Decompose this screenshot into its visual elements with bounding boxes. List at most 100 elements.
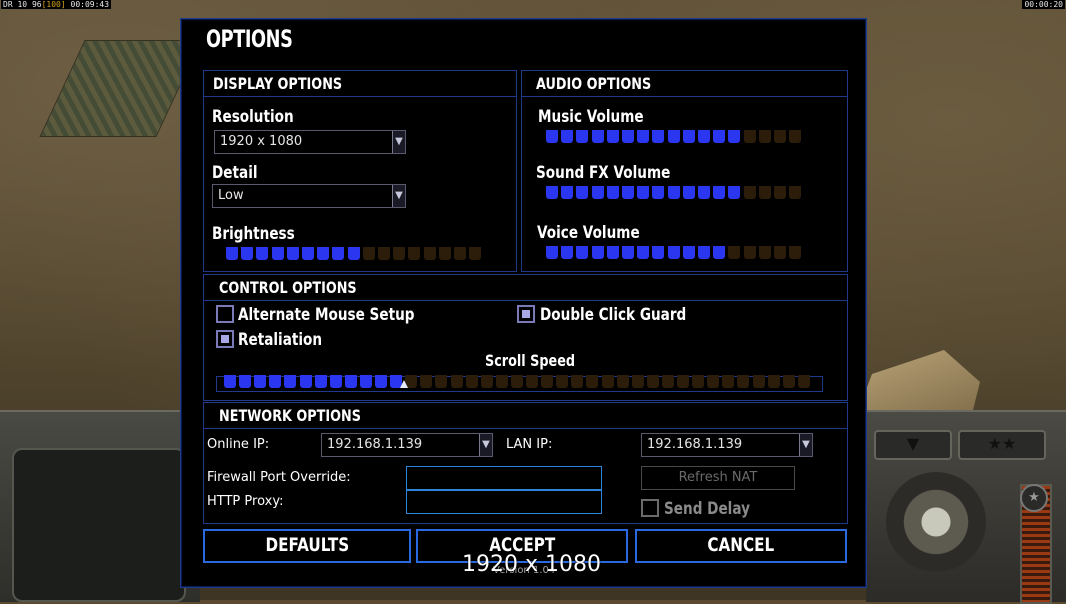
slider-segment-filled (682, 246, 695, 259)
slider-segment-empty (774, 186, 786, 199)
double-click-guard-label: Double Click Guard (540, 305, 687, 325)
audio-options-title: AUDIO OPTIONS (536, 74, 652, 93)
refresh-nat-button[interactable]: Refresh NAT (641, 466, 795, 490)
slider-segment-empty (782, 375, 795, 388)
slider-segment-filled (271, 247, 284, 260)
sfx-volume-slider[interactable] (546, 186, 816, 199)
double-click-guard-checkbox[interactable] (517, 305, 535, 323)
slider-segment-empty (758, 246, 771, 259)
slider-segment-empty (789, 130, 802, 143)
detail-value: Low (218, 188, 244, 203)
firewall-port-input[interactable] (406, 466, 602, 490)
slider-segment-filled (622, 186, 634, 199)
display-options-group: DISPLAY OPTIONS Resolution 1920 x 1080 ▼… (203, 70, 517, 272)
slider-segment-filled (576, 186, 589, 199)
retaliation-checkbox[interactable] (216, 330, 234, 348)
http-proxy-input[interactable] (406, 490, 602, 514)
stats-prefix: DR (3, 0, 13, 9)
slider-segment-filled (622, 246, 634, 259)
slider-segment-empty (541, 375, 554, 388)
slider-segment-filled (314, 375, 327, 388)
scroll-speed-label: Scroll Speed (485, 351, 576, 370)
send-delay-label: Send Delay (664, 499, 750, 519)
chevron-down-icon[interactable]: ▼ (479, 434, 492, 456)
slider-segment-filled (698, 246, 710, 259)
slider-segment-filled (329, 375, 342, 388)
slider-segment-filled (284, 375, 297, 388)
slider-segment-empty (450, 375, 463, 388)
cancel-button[interactable]: CANCEL (635, 529, 847, 563)
scroll-speed-slider[interactable] (224, 375, 824, 388)
slider-segment-filled (576, 130, 589, 143)
slider-segment-filled (713, 186, 726, 199)
slider-segment-filled (591, 246, 604, 259)
online-ip-value: 192.168.1.139 (327, 437, 423, 452)
control-options-group: CONTROL OPTIONS Alternate Mouse Setup Do… (203, 274, 848, 401)
chevron-down-icon[interactable]: ▼ (392, 185, 405, 207)
slider-segment-filled (713, 130, 726, 143)
slider-segment-filled (713, 246, 726, 259)
slider-segment-empty (767, 375, 780, 388)
slider-segment-empty (789, 246, 802, 259)
slider-segment-filled (606, 186, 619, 199)
slider-segment-empty (378, 247, 390, 260)
slider-segment-filled (652, 130, 665, 143)
chevron-down-icon[interactable]: ▼ (392, 131, 405, 153)
slider-segment-empty (646, 375, 659, 388)
lan-ip-label: LAN IP: (506, 437, 553, 452)
hud-rank-button[interactable]: ★★ (958, 430, 1046, 460)
slider-segment-empty (737, 375, 750, 388)
divider (204, 96, 516, 97)
resolution-dropdown[interactable]: 1920 x 1080 ▼ (214, 130, 406, 154)
network-options-group: NETWORK OPTIONS Online IP: 192.168.1.139… (203, 402, 848, 524)
resolution-overlay-text: 1920 x 1080 (462, 552, 601, 577)
slider-segment-empty (743, 186, 756, 199)
lan-ip-dropdown[interactable]: 192.168.1.139 ▼ (641, 433, 813, 457)
slider-segment-filled (302, 247, 314, 260)
hud-arrow-button[interactable]: ▼ (874, 430, 952, 460)
slider-segment-filled (256, 247, 269, 260)
slider-segment-filled (299, 375, 312, 388)
slider-segment-empty (677, 375, 689, 388)
slider-segment-empty (631, 375, 644, 388)
slider-segment-empty (789, 186, 802, 199)
chevron-down-icon[interactable]: ▼ (799, 434, 812, 456)
voice-volume-slider[interactable] (546, 246, 816, 259)
slider-segment-filled (576, 246, 589, 259)
slider-segment-empty (435, 375, 448, 388)
slider-segment-empty (758, 130, 771, 143)
slider-segment-filled (698, 186, 710, 199)
retaliation-label: Retaliation (238, 330, 323, 350)
hud-right-panel: ▼ ★★ ★ (866, 410, 1066, 604)
hud-left-panel (0, 410, 200, 602)
slider-segment-filled (606, 130, 619, 143)
slider-segment-filled (667, 130, 680, 143)
slider-segment-filled (652, 186, 665, 199)
slider-segment-empty (393, 247, 406, 260)
slider-segment-empty (728, 246, 741, 259)
slider-segment-empty (556, 375, 569, 388)
slider-segment-filled (591, 130, 604, 143)
detail-dropdown[interactable]: Low ▼ (212, 184, 406, 208)
music-volume-slider[interactable] (546, 130, 816, 143)
online-ip-dropdown[interactable]: 192.168.1.139 ▼ (321, 433, 493, 457)
slider-segment-empty (480, 375, 493, 388)
slider-segment-filled (682, 186, 695, 199)
control-options-title: CONTROL OPTIONS (219, 278, 357, 297)
stats-time: 00:09:43 (70, 0, 110, 9)
slider-segment-empty (601, 375, 614, 388)
slider-segment-filled (344, 375, 357, 388)
audio-options-group: AUDIO OPTIONS Music Volume Sound FX Volu… (521, 70, 848, 272)
send-delay-checkbox[interactable] (641, 499, 659, 517)
defaults-button[interactable]: DEFAULTS (203, 529, 411, 563)
brightness-slider[interactable] (226, 247, 496, 260)
slider-segment-filled (347, 247, 360, 260)
slider-segment-empty (758, 186, 771, 199)
defaults-button-label: DEFAULTS (265, 534, 349, 556)
divider (204, 300, 847, 301)
slider-segment-empty (752, 375, 765, 388)
slider-segment-empty (423, 247, 436, 260)
alt-mouse-checkbox[interactable] (216, 305, 234, 323)
slider-segment-empty (661, 375, 674, 388)
slider-thumb[interactable] (400, 380, 409, 388)
